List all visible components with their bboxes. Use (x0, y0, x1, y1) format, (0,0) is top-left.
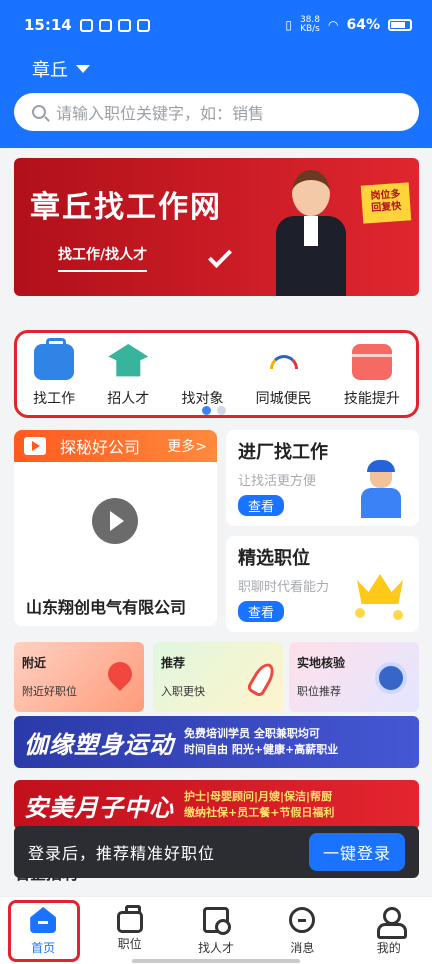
message-icon (289, 907, 316, 933)
ad-line: 时间自由 阳光+健康+高薪职业 (184, 743, 339, 756)
briefcase-icon (34, 338, 75, 380)
briefcase-icon (116, 905, 143, 933)
factory-jobs-card[interactable]: 进厂找工作 让找活更方便 查看 (226, 430, 419, 526)
wifi-icon: ◠ (328, 18, 339, 32)
ad-line: 护士|母婴顾问|月嫂|保洁|帮厨 (184, 790, 333, 803)
highlight-outline (8, 900, 80, 962)
featured-company-header: 探秘好公司 更多> (14, 430, 217, 462)
status-bar: 15:14 ▯ 38.8 KB/s ◠ 64% (0, 0, 432, 50)
nav-find-talent[interactable]: 找人才 (181, 907, 251, 964)
company-name: 山东翔创电气有限公司 (26, 598, 187, 617)
featured-company-title: 探秘好公司 (60, 438, 141, 457)
notification-icon (136, 18, 150, 32)
graduation-cap-icon (108, 344, 149, 377)
nav-label: 消息 (290, 941, 315, 955)
nearby-card[interactable]: 附近 附近好职位 (14, 642, 144, 712)
verified-card[interactable]: 实地核验 职位推荐 (289, 642, 419, 712)
ad-title: 安美月子中心 (24, 793, 174, 822)
video-icon (24, 437, 46, 455)
vibrate-icon: ▯ (285, 18, 292, 32)
category-label: 找对象 (181, 391, 224, 407)
view-button[interactable]: 查看 (238, 601, 285, 622)
category-find-job[interactable]: 找工作 (33, 338, 76, 408)
notification-icon (79, 18, 93, 32)
nav-label: 找人才 (197, 941, 234, 955)
category-label: 招人才 (107, 391, 150, 407)
ad-line: 免费培训学员 全职兼职均可 (184, 727, 320, 740)
ad-banner-fitness[interactable]: 伽缘塑身运动 免费培训学员 全职兼职均可 时间自由 阳光+健康+高薪职业 (14, 716, 419, 768)
category-city-service[interactable]: 同城便民 (256, 344, 312, 408)
banner-subtitle: 找工作/找人才 (58, 244, 148, 272)
nav-label: 我的 (376, 941, 401, 955)
banner-tag: 岗位多 回复快 (360, 182, 412, 224)
selected-jobs-card[interactable]: 精选职位 职聊时代看能力 查看 (226, 536, 419, 632)
more-link[interactable]: 更多> (167, 436, 207, 456)
pager-dots (202, 406, 226, 415)
nav-jobs[interactable]: 职位 (95, 905, 165, 964)
featured-company-card[interactable]: 探秘好公司 更多> 山东翔创电气有限公司 (14, 430, 217, 626)
gesture-bar[interactable] (132, 959, 300, 963)
login-prompt-bar: 登录后，推荐精准好职位 一键登录 (14, 826, 419, 878)
battery-icon (388, 19, 412, 31)
recommend-card[interactable]: 推荐 入职更快 (153, 642, 283, 712)
status-notification-icons (79, 18, 150, 32)
ad-banner-maternity[interactable]: 安美月子中心 护士|母婴顾问|月嫂|保洁|帮厨 缴纳社保+员工餐+节假日福利 (14, 780, 419, 830)
battery-percent: 64% (346, 17, 380, 33)
login-prompt-text: 登录后，推荐精准好职位 (28, 844, 216, 863)
category-label: 技能提升 (343, 391, 400, 407)
pager-dot (217, 406, 226, 415)
checkmark-icon (207, 243, 233, 269)
view-button[interactable]: 查看 (238, 495, 285, 516)
city-service-icon (264, 344, 304, 380)
notification-icon (98, 18, 112, 32)
category-label: 同城便民 (255, 391, 312, 407)
nav-profile[interactable]: 我的 (354, 907, 424, 964)
skill-icon (351, 344, 392, 380)
city-name: 章丘 (32, 60, 68, 81)
city-selector[interactable]: 章丘 (32, 56, 90, 82)
notification-icon (117, 18, 131, 32)
dating-logo-icon (182, 344, 222, 380)
search-icon (32, 105, 46, 119)
user-icon (376, 907, 407, 939)
net-speed: 38.8 KB/s (299, 15, 320, 34)
resume-search-icon (202, 907, 231, 935)
category-dating[interactable]: 找对象 (181, 344, 223, 408)
pager-dot-active (202, 406, 211, 415)
dropdown-arrow-icon (76, 65, 90, 73)
search-placeholder: 请输入职位关键字，如：销售 (56, 104, 265, 123)
banner-person-image (276, 166, 346, 296)
category-grid: 找工作 招人才 找对象 同城便民 技能提升 (14, 330, 419, 418)
worker-illustration-icon (353, 460, 407, 518)
promo-banner[interactable]: 章丘找工作网 找工作/找人才 岗位多 回复快 (14, 158, 419, 296)
ad-title: 伽缘塑身运动 (24, 730, 174, 759)
one-click-login-button[interactable]: 一键登录 (308, 833, 405, 871)
banner-title: 章丘找工作网 (30, 190, 222, 225)
status-time: 15:14 (24, 16, 72, 34)
medal-icon (375, 662, 407, 694)
crown-icon (353, 566, 407, 624)
nav-messages[interactable]: 消息 (267, 907, 337, 964)
category-label: 找工作 (33, 391, 76, 407)
search-input[interactable]: 请输入职位关键字，如：销售 (14, 93, 419, 131)
category-recruit[interactable]: 招人才 (107, 344, 149, 408)
play-button-icon[interactable] (92, 498, 138, 544)
category-skill[interactable]: 技能提升 (344, 344, 400, 408)
nav-label: 职位 (117, 937, 142, 951)
ad-line: 缴纳社保+员工餐+节假日福利 (184, 806, 335, 819)
